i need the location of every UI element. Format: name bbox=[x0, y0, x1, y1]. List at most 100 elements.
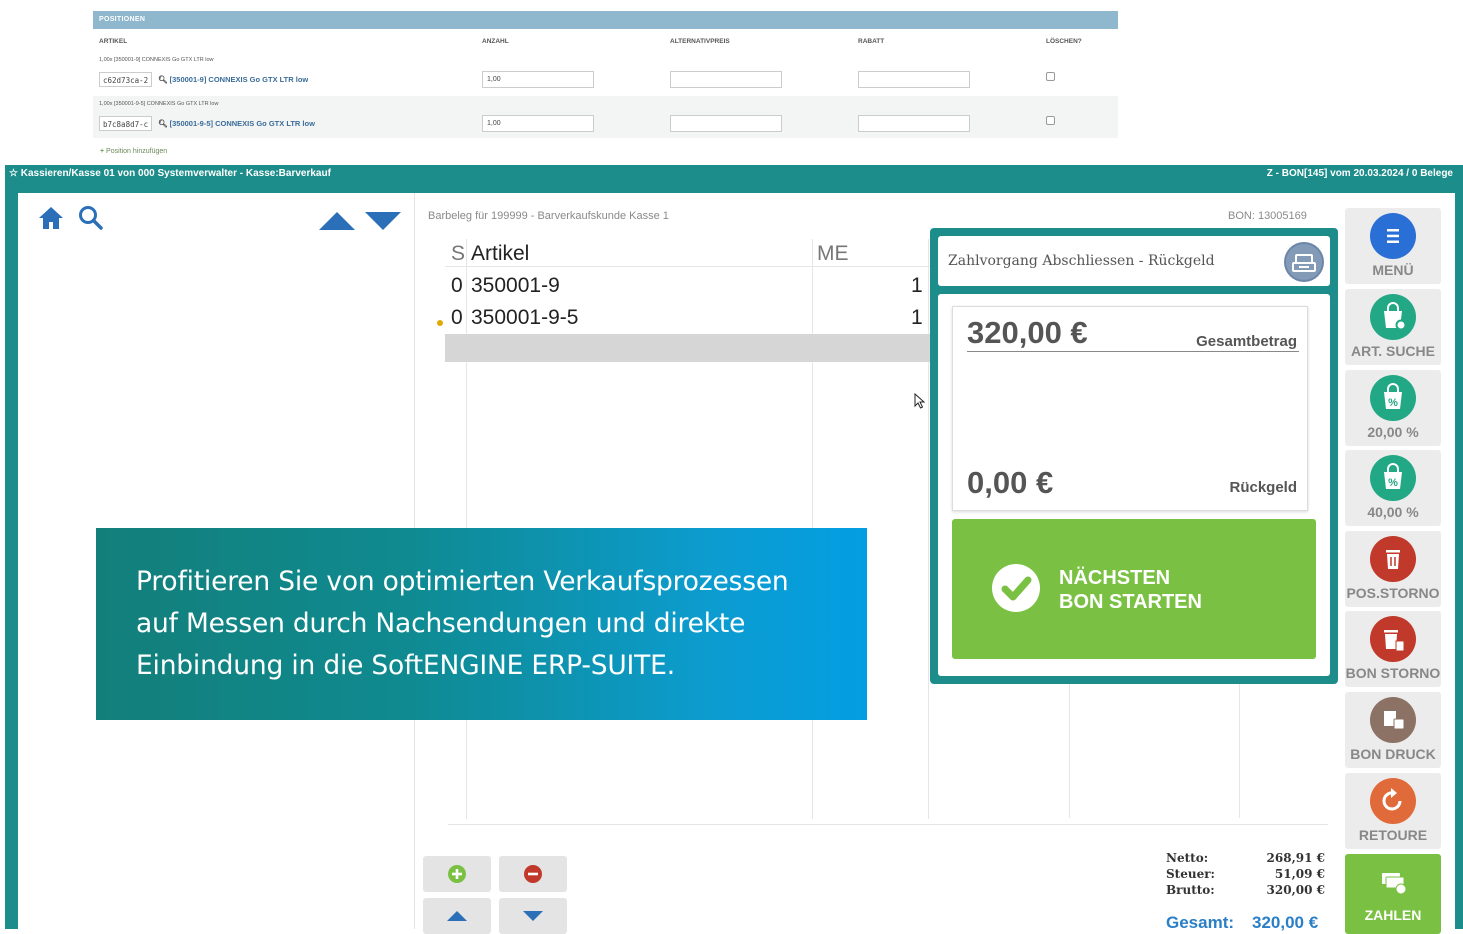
change-amount: 0,00 € bbox=[967, 465, 1054, 500]
column-artikel: ARTIKEL bbox=[99, 38, 128, 45]
pay-button[interactable]: ZAHLEN bbox=[1345, 854, 1441, 934]
article-link[interactable]: 🔍︎ [350001-9] CONNEXIS Go GTX LTR low bbox=[158, 75, 308, 84]
discount-20-label: 20,00 % bbox=[1367, 424, 1419, 440]
add-position-label: Position hinzufügen bbox=[106, 148, 168, 155]
position-cancel-button[interactable]: POS.STORNO bbox=[1345, 531, 1441, 607]
qty-input[interactable]: 1,00 bbox=[482, 115, 594, 132]
article-label: [350001-9-5] CONNEXIS Go GTX LTR low bbox=[169, 119, 315, 128]
row-qty: 1 bbox=[911, 306, 923, 329]
plus-icon: + bbox=[100, 148, 105, 155]
discount-20-button[interactable]: % 20,00 % bbox=[1345, 370, 1441, 446]
pay-label: ZAHLEN bbox=[1364, 907, 1422, 923]
row-status: 0 bbox=[451, 306, 463, 329]
brutto-value: 320,00 € bbox=[1266, 883, 1325, 897]
row-marker-icon bbox=[437, 320, 443, 326]
home-icon[interactable] bbox=[38, 206, 64, 230]
row-id-field[interactable]: b7c8a8d7-c bbox=[99, 116, 152, 131]
article-search-label: ART. SUCHE bbox=[1350, 343, 1435, 359]
selected-row-highlight bbox=[445, 334, 945, 362]
total-label: Gesamtbetrag bbox=[1196, 333, 1297, 350]
change-label: Rückgeld bbox=[1229, 479, 1297, 496]
column-rabatt: RABATT bbox=[858, 38, 885, 45]
mouse-cursor-icon bbox=[914, 393, 926, 409]
next-receipt-button[interactable]: NÄCHSTEN BON STARTEN bbox=[952, 519, 1316, 659]
menu-label: MENÜ bbox=[1372, 262, 1414, 278]
svg-text:%: % bbox=[1388, 477, 1398, 489]
return-icon bbox=[1370, 778, 1416, 824]
next-receipt-label-line1: NÄCHSTEN bbox=[1059, 567, 1171, 589]
row-article: 350001-9 bbox=[471, 274, 560, 297]
return-button[interactable]: RETOURE bbox=[1345, 773, 1441, 849]
article-search-button[interactable]: ART. SUCHE bbox=[1345, 289, 1441, 365]
receipt-print-button[interactable]: BON DRUCK bbox=[1345, 692, 1441, 768]
position-cancel-label: POS.STORNO bbox=[1346, 585, 1440, 601]
column-s-header: S bbox=[451, 242, 466, 265]
article-link[interactable]: 🔍︎ [350001-9-5] CONNEXIS Go GTX LTR low bbox=[158, 119, 315, 128]
payment-dialog-header: Zahlvorgang Abschliessen - Rückgeld bbox=[938, 236, 1330, 286]
chevron-down-icon bbox=[523, 911, 543, 921]
add-item-button[interactable] bbox=[423, 856, 491, 892]
next-receipt-label-line2: BON STARTEN bbox=[1059, 591, 1202, 613]
window-title-text: Kassieren/Kasse 01 von 000 Systemverwalt… bbox=[20, 168, 331, 179]
menu-button[interactable]: MENÜ bbox=[1345, 208, 1441, 284]
window-title: ☆ Kassieren/Kasse 01 von 000 Systemverwa… bbox=[9, 168, 331, 179]
row-id-field[interactable]: c62d73ca-2 bbox=[99, 72, 152, 87]
column-anzahl: ANZAHL bbox=[482, 38, 509, 45]
payment-dialog-title: Zahlvorgang Abschliessen - Rückgeld bbox=[948, 253, 1215, 269]
receipt-cancel-button[interactable]: BON STORNO bbox=[1345, 611, 1441, 687]
row-qty: 1 bbox=[911, 274, 923, 297]
article-label: [350001-9] CONNEXIS Go GTX LTR low bbox=[169, 75, 309, 84]
print-icon bbox=[1370, 697, 1416, 743]
scroll-down-icon[interactable] bbox=[364, 211, 402, 231]
payment-dialog-body: 320,00 € Gesamtbetrag 0,00 € Rückgeld NÄ… bbox=[938, 294, 1330, 676]
plus-circle-icon bbox=[448, 865, 466, 883]
delete-checkbox[interactable] bbox=[1046, 72, 1055, 81]
row-caption: 1,00x [350001-9-5] CONNEXIS Go GTX LTR l… bbox=[99, 101, 219, 107]
discount-40-button[interactable]: % 40,00 % bbox=[1345, 450, 1441, 526]
discount-input[interactable] bbox=[858, 71, 970, 88]
column-artikel-header: Artikel bbox=[471, 242, 530, 265]
payment-dialog: Zahlvorgang Abschliessen - Rückgeld 320,… bbox=[930, 228, 1338, 684]
search-icon[interactable]: 🔍︎ bbox=[158, 119, 168, 128]
check-icon bbox=[992, 564, 1040, 612]
svg-text:%: % bbox=[1388, 397, 1398, 409]
promo-banner: Profitieren Sie von optimierten Verkaufs… bbox=[96, 528, 867, 720]
add-position-link[interactable]: + Position hinzufügen bbox=[100, 148, 167, 155]
row-article: 350001-9-5 bbox=[471, 306, 579, 329]
pay-icon bbox=[1370, 859, 1416, 905]
menu-icon bbox=[1370, 213, 1416, 259]
netto-label: Netto: bbox=[1166, 851, 1209, 865]
return-label: RETOURE bbox=[1358, 827, 1428, 843]
delete-checkbox[interactable] bbox=[1046, 116, 1055, 125]
promo-text-line1: Profitieren Sie von optimierten Verkaufs… bbox=[136, 566, 789, 597]
discount-input[interactable] bbox=[858, 115, 970, 132]
total-amount: 320,00 € bbox=[967, 315, 1088, 350]
minus-circle-icon bbox=[524, 865, 542, 883]
percent-bag-icon: % bbox=[1370, 455, 1416, 501]
row-caption: 1,00x [350001-9] CONNEXIS Go GTX LTR low bbox=[99, 57, 214, 63]
search-icon[interactable]: 🔍︎ bbox=[158, 75, 168, 84]
column-alternativpreis: ALTERNATIVPREIS bbox=[670, 38, 730, 45]
trash-icon bbox=[1370, 536, 1416, 582]
receipt-cancel-label: BON STORNO bbox=[1345, 665, 1441, 681]
search-icon[interactable] bbox=[78, 205, 104, 231]
steuer-value: 51,09 € bbox=[1274, 867, 1325, 881]
receipt-info: Barbeleg für 199999 - Barverkaufskunde K… bbox=[428, 210, 669, 222]
chevron-up-icon bbox=[447, 911, 467, 921]
star-icon[interactable]: ☆ bbox=[9, 168, 18, 179]
steuer-label: Steuer: bbox=[1166, 867, 1215, 881]
remove-item-button[interactable] bbox=[499, 856, 567, 892]
netto-value: 268,91 € bbox=[1266, 851, 1325, 865]
scroll-up-icon[interactable] bbox=[318, 211, 356, 231]
brutto-label: Brutto: bbox=[1166, 883, 1215, 897]
gesamt-value: 320,00 € bbox=[1252, 913, 1319, 932]
divider bbox=[967, 351, 1299, 352]
qty-input[interactable]: 1,00 bbox=[482, 71, 594, 88]
column-loeschen: LÖSCHEN? bbox=[1046, 38, 1082, 45]
bag-search-icon bbox=[1370, 294, 1416, 340]
bon-status: Z - BON[145] vom 20.03.2024 / 0 Belege bbox=[1266, 168, 1453, 179]
alt-price-input[interactable] bbox=[670, 115, 782, 132]
alt-price-input[interactable] bbox=[670, 71, 782, 88]
positions-form: POSITIONEN ARTIKEL ANZAHL ALTERNATIVPREI… bbox=[90, 8, 1130, 173]
cash-drawer-icon[interactable] bbox=[1284, 242, 1324, 282]
